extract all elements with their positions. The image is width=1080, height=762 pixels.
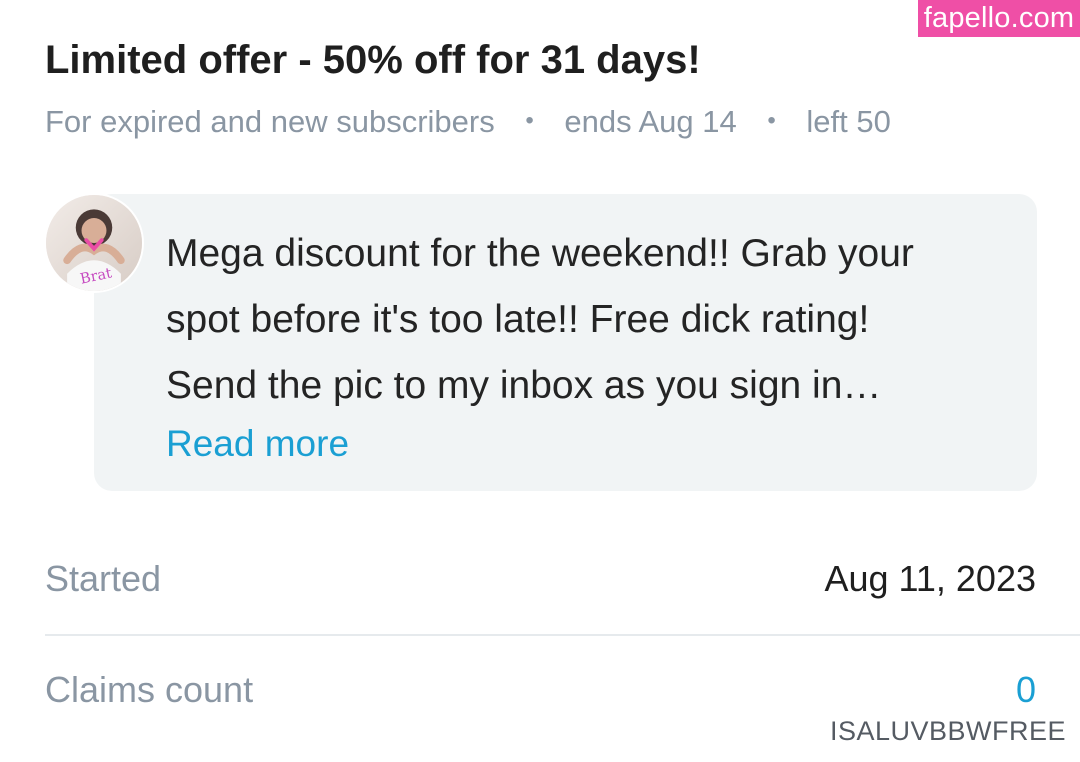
offer-meta: For expired and new subscribers • ends A… xyxy=(45,104,891,140)
started-row: Started Aug 11, 2023 xyxy=(45,558,1036,628)
creator-avatar[interactable]: Brat xyxy=(44,193,144,293)
separator-dot-icon: • xyxy=(525,107,534,134)
message-line: spot before it's too late!! Free dick ra… xyxy=(166,298,870,341)
site-watermark: fapello.com xyxy=(918,0,1080,37)
offer-remaining: left 50 xyxy=(806,104,891,139)
message-text: Mega discount for the weekend!! Grab you… xyxy=(166,221,1026,419)
row-divider xyxy=(45,634,1080,636)
username-watermark: ISALUVBBWFREE xyxy=(829,716,1066,746)
separator-dot-icon: • xyxy=(767,107,776,134)
claims-label: Claims count xyxy=(45,669,254,710)
offer-end-date: ends Aug 14 xyxy=(564,104,737,139)
offer-title: Limited offer - 50% off for 31 days! xyxy=(45,38,701,82)
started-label: Started xyxy=(45,558,162,599)
read-more-link[interactable]: Read more xyxy=(166,423,349,465)
claims-count[interactable]: 0 xyxy=(1016,669,1036,711)
message-line: Send the pic to my inbox as you sign in… xyxy=(166,364,882,407)
started-value: Aug 11, 2023 xyxy=(824,558,1036,599)
offer-audience: For expired and new subscribers xyxy=(45,104,495,139)
message-line: Mega discount for the weekend!! Grab you… xyxy=(166,232,914,275)
